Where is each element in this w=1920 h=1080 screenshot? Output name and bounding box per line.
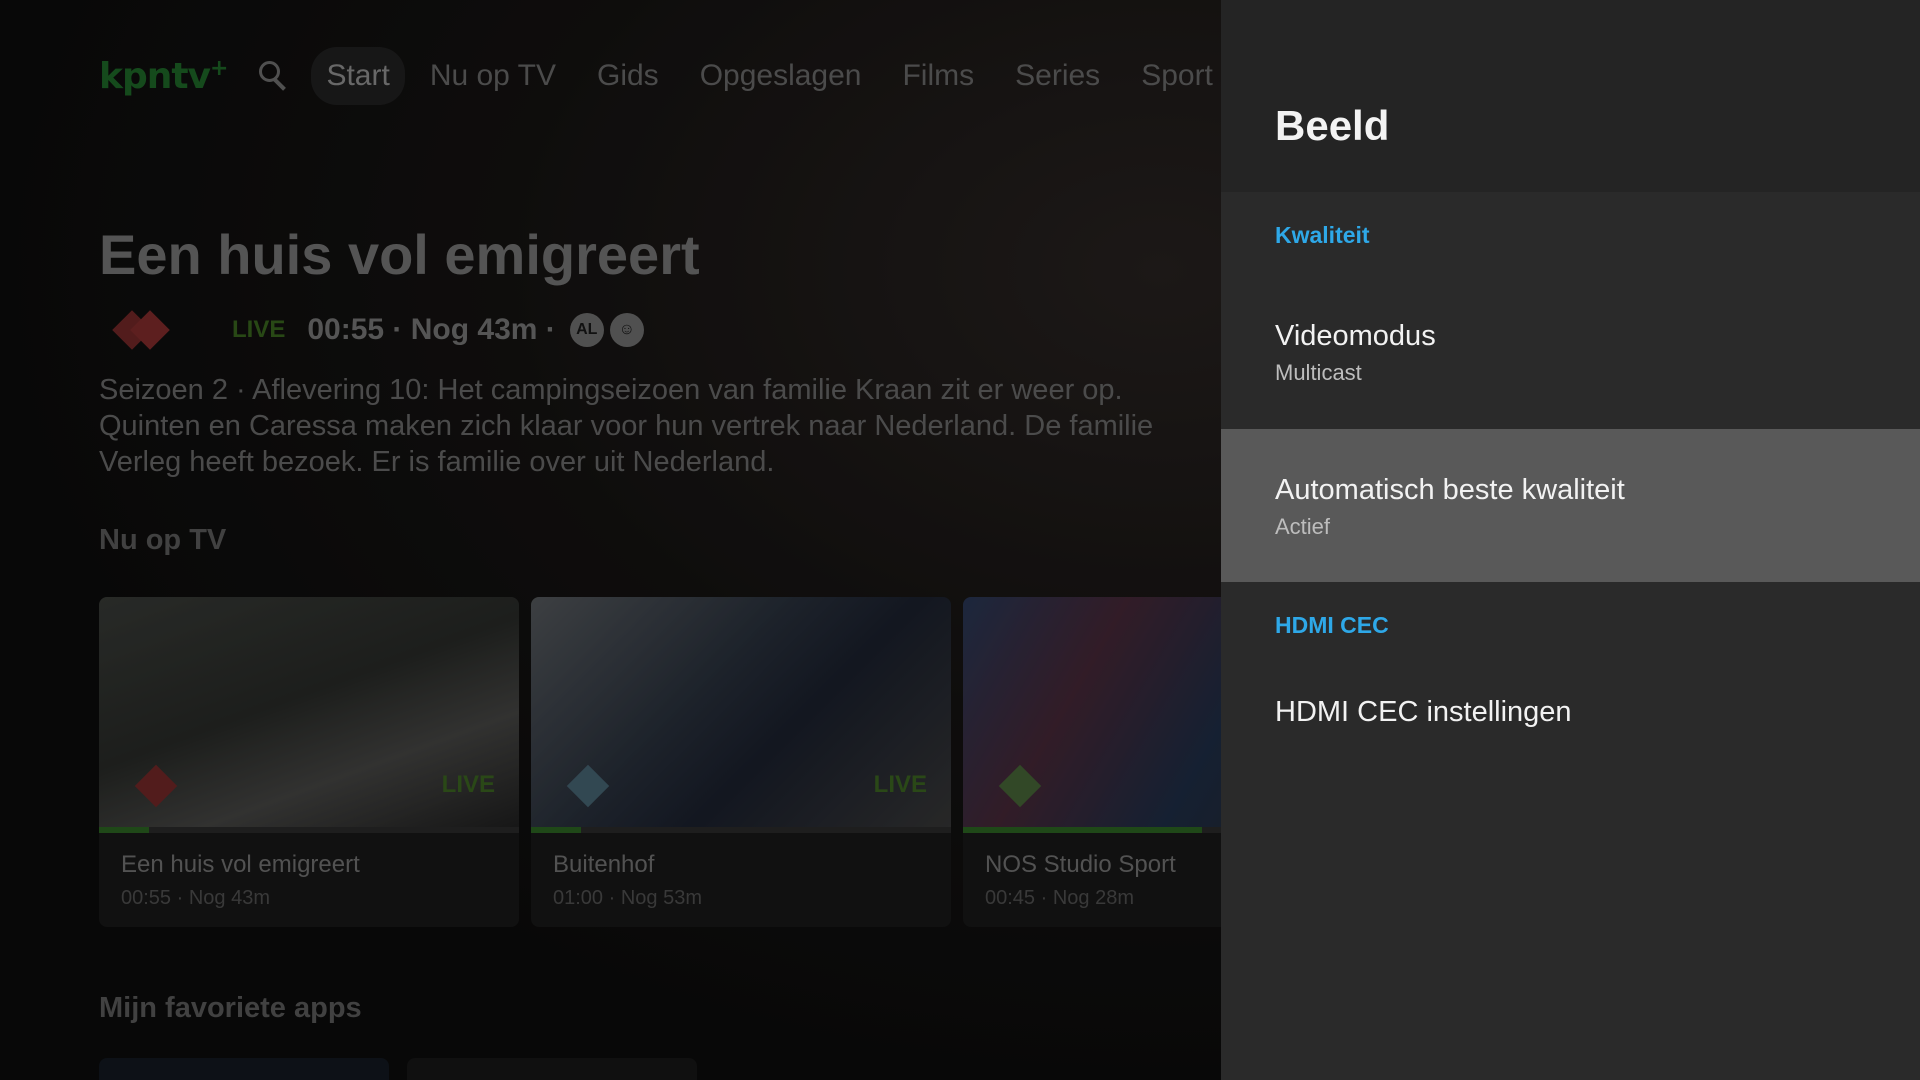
content-warning-icon: ☺ <box>609 313 644 347</box>
section-heading-nu-op-tv: Nu op TV <box>99 524 227 556</box>
program-title: Buitenhof <box>553 851 655 878</box>
top-navigation: kpntv+ Start Nu op TV Gids Opgeslagen Fi… <box>99 46 1221 106</box>
progress-bar <box>531 827 951 833</box>
hero-time-info: 00:55 · Nog 43m · <box>307 313 556 346</box>
setting-title: HDMI CEC instellingen <box>1275 696 1572 728</box>
category-kwaliteit: Kwaliteit <box>1275 222 1370 248</box>
setting-hdmi-cec-instellingen[interactable]: HDMI CEC instellingen <box>1221 664 1920 764</box>
app-tile[interactable] <box>407 1058 697 1080</box>
program-thumbnail <box>963 597 1221 827</box>
program-thumbnail: LIVE <box>99 597 519 827</box>
nav-tab-sport[interactable]: Sport <box>1141 59 1213 93</box>
age-rating-al-icon: AL <box>569 313 604 347</box>
nav-tab-series[interactable]: Series <box>1015 59 1100 93</box>
kpn-tv-logo: kpntv+ <box>99 55 228 97</box>
section-heading-favoriete-apps: Mijn favoriete apps <box>99 992 362 1024</box>
program-thumbnail: LIVE <box>531 597 951 827</box>
hero-title: Een huis vol emigreert <box>99 223 700 286</box>
live-badge: LIVE <box>232 316 286 343</box>
progress-fill <box>531 827 582 833</box>
nav-tab-nu-op-tv[interactable]: Nu op TV <box>430 59 556 93</box>
progress-bar <box>99 827 519 833</box>
program-time: 00:45 · Nog 28m <box>985 887 1134 909</box>
npo1-channel-logo <box>134 764 178 808</box>
program-card[interactable]: NOS Studio Sport 00:45 · Nog 28m <box>963 597 1221 927</box>
hero-meta: LIVE 00:55 · Nog 43m · AL ☺ <box>112 308 650 352</box>
settings-panel-beeld: Beeld Kwaliteit Videomodus Multicast Aut… <box>1221 0 1920 1080</box>
tv-home-screen: kpntv+ Start Nu op TV Gids Opgeslagen Fi… <box>0 0 1221 1080</box>
panel-header: Beeld <box>1221 0 1920 192</box>
setting-value: Multicast <box>1275 360 1362 385</box>
program-title: Een huis vol emigreert <box>121 851 360 878</box>
progress-bar <box>963 827 1221 833</box>
app-tile[interactable] <box>99 1058 389 1080</box>
description-line: Verleg heeft bezoek. Er is familie over … <box>99 446 775 478</box>
panel-title: Beeld <box>1275 102 1390 149</box>
setting-title: Videomodus <box>1275 320 1436 352</box>
nav-tab-gids[interactable]: Gids <box>597 59 659 93</box>
progress-fill <box>963 827 1203 833</box>
hero-description: Seizoen 2 · Aflevering 10: Het campingse… <box>99 372 1219 480</box>
description-line: Quinten en Caressa maken zich klaar voor… <box>99 410 1154 442</box>
live-badge: LIVE <box>873 771 927 798</box>
now-on-tv-row: LIVE Een huis vol emigreert 00:55 · Nog … <box>99 597 1221 927</box>
progress-fill <box>99 827 150 833</box>
setting-videomodus[interactable]: Videomodus Multicast <box>1221 276 1920 428</box>
setting-automatisch-beste-kwaliteit[interactable]: Automatisch beste kwaliteit Actief <box>1221 429 1920 582</box>
npo2-channel-logo <box>566 764 610 808</box>
live-badge: LIVE <box>441 771 495 798</box>
favorite-apps-row <box>99 1058 697 1080</box>
program-time: 00:55 · Nog 43m <box>121 887 270 909</box>
npo1-channel-logo <box>112 308 172 352</box>
program-title: NOS Studio Sport <box>985 851 1176 878</box>
nav-tab-opgeslagen[interactable]: Opgeslagen <box>700 59 862 93</box>
category-hdmi-cec: HDMI CEC <box>1275 612 1389 638</box>
nav-tab-films[interactable]: Films <box>902 59 974 93</box>
nav-tab-start[interactable]: Start <box>311 47 405 105</box>
program-card[interactable]: LIVE Een huis vol emigreert 00:55 · Nog … <box>99 597 519 927</box>
setting-value: Actief <box>1275 514 1331 539</box>
npo3-channel-logo <box>998 764 1042 808</box>
program-time: 01:00 · Nog 53m <box>553 887 702 909</box>
description-line: Seizoen 2 · Aflevering 10: Het campingse… <box>99 374 1123 406</box>
program-card[interactable]: LIVE Buitenhof 01:00 · Nog 53m <box>531 597 951 927</box>
search-icon[interactable] <box>257 59 291 93</box>
setting-title: Automatisch beste kwaliteit <box>1275 474 1625 506</box>
